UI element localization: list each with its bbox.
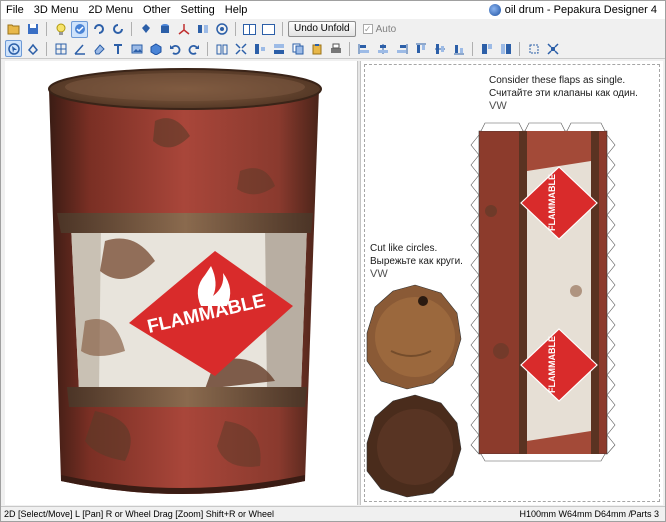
toolbar-separator <box>235 22 236 36</box>
auto-checkbox-label: Auto <box>375 23 397 35</box>
image-icon[interactable] <box>128 40 145 57</box>
paint-bucket-icon[interactable] <box>137 21 154 38</box>
save-icon[interactable] <box>24 21 41 38</box>
texture-icon[interactable] <box>213 21 230 38</box>
print-icon[interactable] <box>327 40 344 57</box>
window-title: oil drum - Pepakura Designer 4 <box>504 4 657 16</box>
split-pane-icon[interactable] <box>241 21 258 38</box>
cylinder-icon[interactable] <box>156 21 173 38</box>
axis-icon[interactable] <box>175 21 192 38</box>
toolbar-separator <box>519 41 520 56</box>
toolbar-separator <box>131 22 132 36</box>
arrange-icon[interactable] <box>478 40 495 57</box>
toolbar-separator <box>472 41 473 56</box>
align-left-icon[interactable] <box>355 40 372 57</box>
rotate-alt-icon[interactable] <box>109 21 126 38</box>
status-dimensions: H100mm W64mm D64mm / <box>519 509 631 519</box>
app-logo-icon <box>488 4 501 16</box>
align-right-icon[interactable] <box>393 40 410 57</box>
toolbar-separator <box>349 41 350 56</box>
distribute-icon[interactable] <box>270 40 287 57</box>
select-icon[interactable] <box>5 40 22 57</box>
rotate-tool-icon[interactable] <box>24 40 41 57</box>
body-strip-part[interactable]: FLAMMABLE FLAMMABLE <box>470 122 616 462</box>
book-icon[interactable] <box>213 40 230 57</box>
align-top-icon[interactable] <box>412 40 429 57</box>
menu-2d[interactable]: 2D Menu <box>83 1 138 19</box>
menu-other[interactable]: Other <box>138 1 176 19</box>
toolbar-separator <box>46 41 47 56</box>
eraser-icon[interactable] <box>90 40 107 57</box>
auto-checkbox-box[interactable]: ✓ <box>362 24 373 34</box>
fit-icon[interactable] <box>525 40 542 57</box>
menu-setting[interactable]: Setting <box>176 1 220 19</box>
paste-icon[interactable] <box>308 40 325 57</box>
pepakura-window: File 3D Menu 2D Menu Other Setting Help … <box>0 0 666 522</box>
strip-flammable-label-lower: FLAMMABLE <box>547 336 557 393</box>
fit-all-icon[interactable] <box>544 40 561 57</box>
status-bar: 2D [Select/Move] L [Pan] R or Wheel Drag… <box>1 506 665 521</box>
angle-icon[interactable] <box>71 40 88 57</box>
view-2d-pane[interactable]: Consider these flaps as single. Считайте… <box>361 61 663 505</box>
window-title-area: oil drum - Pepakura Designer 4 <box>488 1 657 19</box>
undo-unfold-button[interactable]: Undo Unfold <box>288 21 356 37</box>
light-bulb-active-icon[interactable] <box>71 20 88 38</box>
arrange-alt-icon[interactable] <box>497 40 514 57</box>
flip-icon[interactable] <box>194 21 211 38</box>
redo-icon[interactable] <box>185 40 202 57</box>
menu-bar: File 3D Menu 2D Menu Other Setting Help … <box>1 1 665 19</box>
toolbar-separator <box>282 22 283 36</box>
align-bottom-icon[interactable] <box>450 40 467 57</box>
menu-3d[interactable]: 3D Menu <box>29 1 84 19</box>
copy-icon[interactable] <box>289 40 306 57</box>
rotate-icon[interactable] <box>90 21 107 38</box>
menu-file[interactable]: File <box>1 1 29 19</box>
pattern-drawing: FLAMMABLE FLAMMABLE <box>366 122 616 498</box>
single-pane-icon[interactable] <box>260 21 277 38</box>
align-center-icon[interactable] <box>374 40 391 57</box>
lid-circle-part[interactable] <box>366 284 462 390</box>
menu-help[interactable]: Help <box>220 1 253 19</box>
align-middle-icon[interactable] <box>431 40 448 57</box>
auto-checkbox[interactable]: ✓ Auto <box>362 23 397 35</box>
light-bulb-icon[interactable] <box>52 21 69 38</box>
undo-icon[interactable] <box>166 40 183 57</box>
toolbar-main: Undo Unfold ✓ Auto <box>1 19 665 39</box>
grid-icon[interactable] <box>52 40 69 57</box>
strip-flammable-label-upper: FLAMMABLE <box>547 174 557 231</box>
box-icon[interactable] <box>147 40 164 57</box>
oil-drum-3d-model[interactable]: FLAMMABLE <box>5 61 357 505</box>
join-icon[interactable] <box>232 40 249 57</box>
toolbar-separator <box>46 22 47 36</box>
base-circle-part[interactable] <box>366 394 462 498</box>
toolbar-tools <box>1 39 665 59</box>
toolbar-separator <box>207 41 208 56</box>
view-3d-pane[interactable]: FLAMMABLE <box>5 61 357 505</box>
folder-open-icon[interactable] <box>5 21 22 38</box>
status-hint: 2D [Select/Move] L [Pan] R or Wheel Drag… <box>4 509 275 519</box>
text-icon[interactable] <box>109 40 126 57</box>
align-icon[interactable] <box>251 40 268 57</box>
status-parts-count: Parts 3 <box>630 509 659 519</box>
